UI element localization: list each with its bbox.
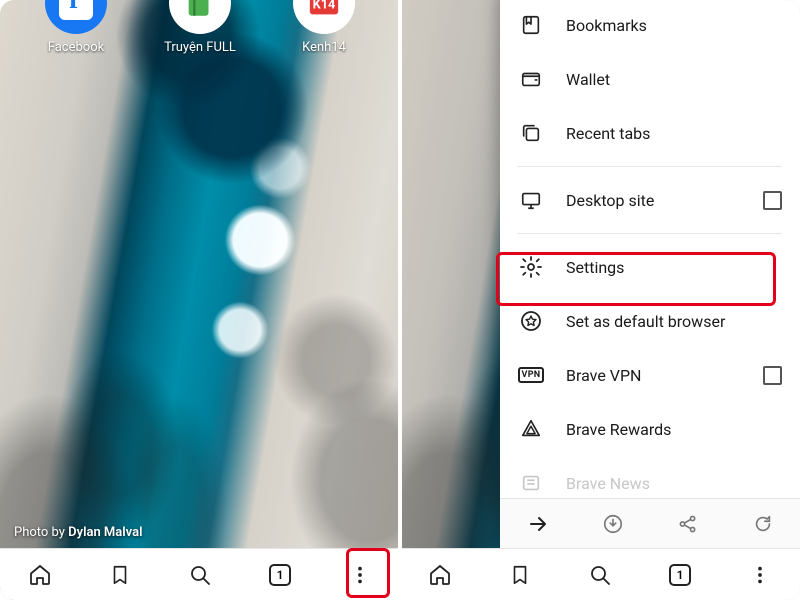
menu-button[interactable] xyxy=(347,562,373,588)
reload-button[interactable] xyxy=(750,511,776,537)
menu-item-recent-tabs[interactable]: Recent tabs xyxy=(500,106,800,160)
menu-footer-bar xyxy=(500,498,800,548)
desktop-icon xyxy=(518,187,544,213)
menu-separator xyxy=(518,166,782,167)
search-button[interactable] xyxy=(187,562,213,588)
wallpaper-credit: Photo by Dylan Malval xyxy=(14,525,142,540)
menu-item-brave-vpn[interactable]: VPN Brave VPN xyxy=(500,348,800,402)
menu-label: Desktop site xyxy=(566,191,763,210)
menu-label: Brave Rewards xyxy=(566,420,782,439)
app-label: Facebook xyxy=(26,40,126,55)
book-icon xyxy=(169,0,231,34)
app-label: Truyện FULL xyxy=(150,40,250,55)
news-icon xyxy=(518,470,544,496)
facebook-icon xyxy=(59,0,93,20)
phone-gutter xyxy=(398,0,402,600)
menu-label: Settings xyxy=(566,258,782,277)
menu-item-desktop-site[interactable]: Desktop site xyxy=(500,173,800,227)
star-badge-icon xyxy=(518,308,544,334)
home-apps-row: Facebook Truyện FULL K14 Kenh14 xyxy=(0,0,400,55)
browser-bottom-nav: 1 xyxy=(400,548,800,600)
home-button[interactable] xyxy=(427,562,453,588)
menu-item-settings[interactable]: Settings xyxy=(500,240,800,294)
app-kenh14[interactable]: K14 Kenh14 xyxy=(274,0,374,55)
menu-separator xyxy=(518,233,782,234)
search-button[interactable] xyxy=(587,562,613,588)
right-phone-screen: Bookmarks Wallet Recent tabs xyxy=(400,0,800,600)
menu-label: Wallet xyxy=(566,70,782,89)
menu-item-bookmarks[interactable]: Bookmarks xyxy=(500,0,800,52)
bookmarks-button[interactable] xyxy=(107,562,133,588)
tabs-button[interactable]: 1 xyxy=(267,562,293,588)
tabs-button[interactable]: 1 xyxy=(667,562,693,588)
wallpaper-image xyxy=(0,0,400,600)
forward-button[interactable] xyxy=(525,511,551,537)
app-label: Kenh14 xyxy=(274,40,374,55)
menu-label: Set as default browser xyxy=(566,312,782,331)
menu-item-default-browser[interactable]: Set as default browser xyxy=(500,294,800,348)
app-facebook[interactable]: Facebook xyxy=(26,0,126,55)
bookmarks-button[interactable] xyxy=(507,562,533,588)
vpn-checkbox[interactable] xyxy=(763,366,782,385)
left-phone-screen: Facebook Truyện FULL K14 Kenh14 Photo by… xyxy=(0,0,400,600)
menu-item-wallet[interactable]: Wallet xyxy=(500,52,800,106)
menu-label: Bookmarks xyxy=(566,16,782,35)
rewards-icon xyxy=(518,416,544,442)
gear-icon xyxy=(518,254,544,280)
wallet-icon xyxy=(518,66,544,92)
share-button[interactable] xyxy=(675,511,701,537)
menu-label: Brave VPN xyxy=(566,366,763,385)
menu-item-brave-rewards[interactable]: Brave Rewards xyxy=(500,402,800,456)
svg-text:K14: K14 xyxy=(313,0,336,13)
browser-menu-sheet: Bookmarks Wallet Recent tabs xyxy=(500,0,800,548)
download-button[interactable] xyxy=(600,511,626,537)
menu-label: Recent tabs xyxy=(566,124,782,143)
desktop-site-checkbox[interactable] xyxy=(763,191,782,210)
bookmark-icon xyxy=(518,12,544,38)
menu-label: Brave News xyxy=(566,474,782,493)
home-button[interactable] xyxy=(27,562,53,588)
vpn-icon: VPN xyxy=(518,362,544,388)
kenh14-icon: K14 xyxy=(293,0,355,34)
browser-bottom-nav: 1 xyxy=(0,548,400,600)
recent-tabs-icon xyxy=(518,120,544,146)
app-truyen-full[interactable]: Truyện FULL xyxy=(150,0,250,55)
menu-item-brave-news[interactable]: Brave News xyxy=(500,456,800,498)
menu-button[interactable] xyxy=(747,562,773,588)
